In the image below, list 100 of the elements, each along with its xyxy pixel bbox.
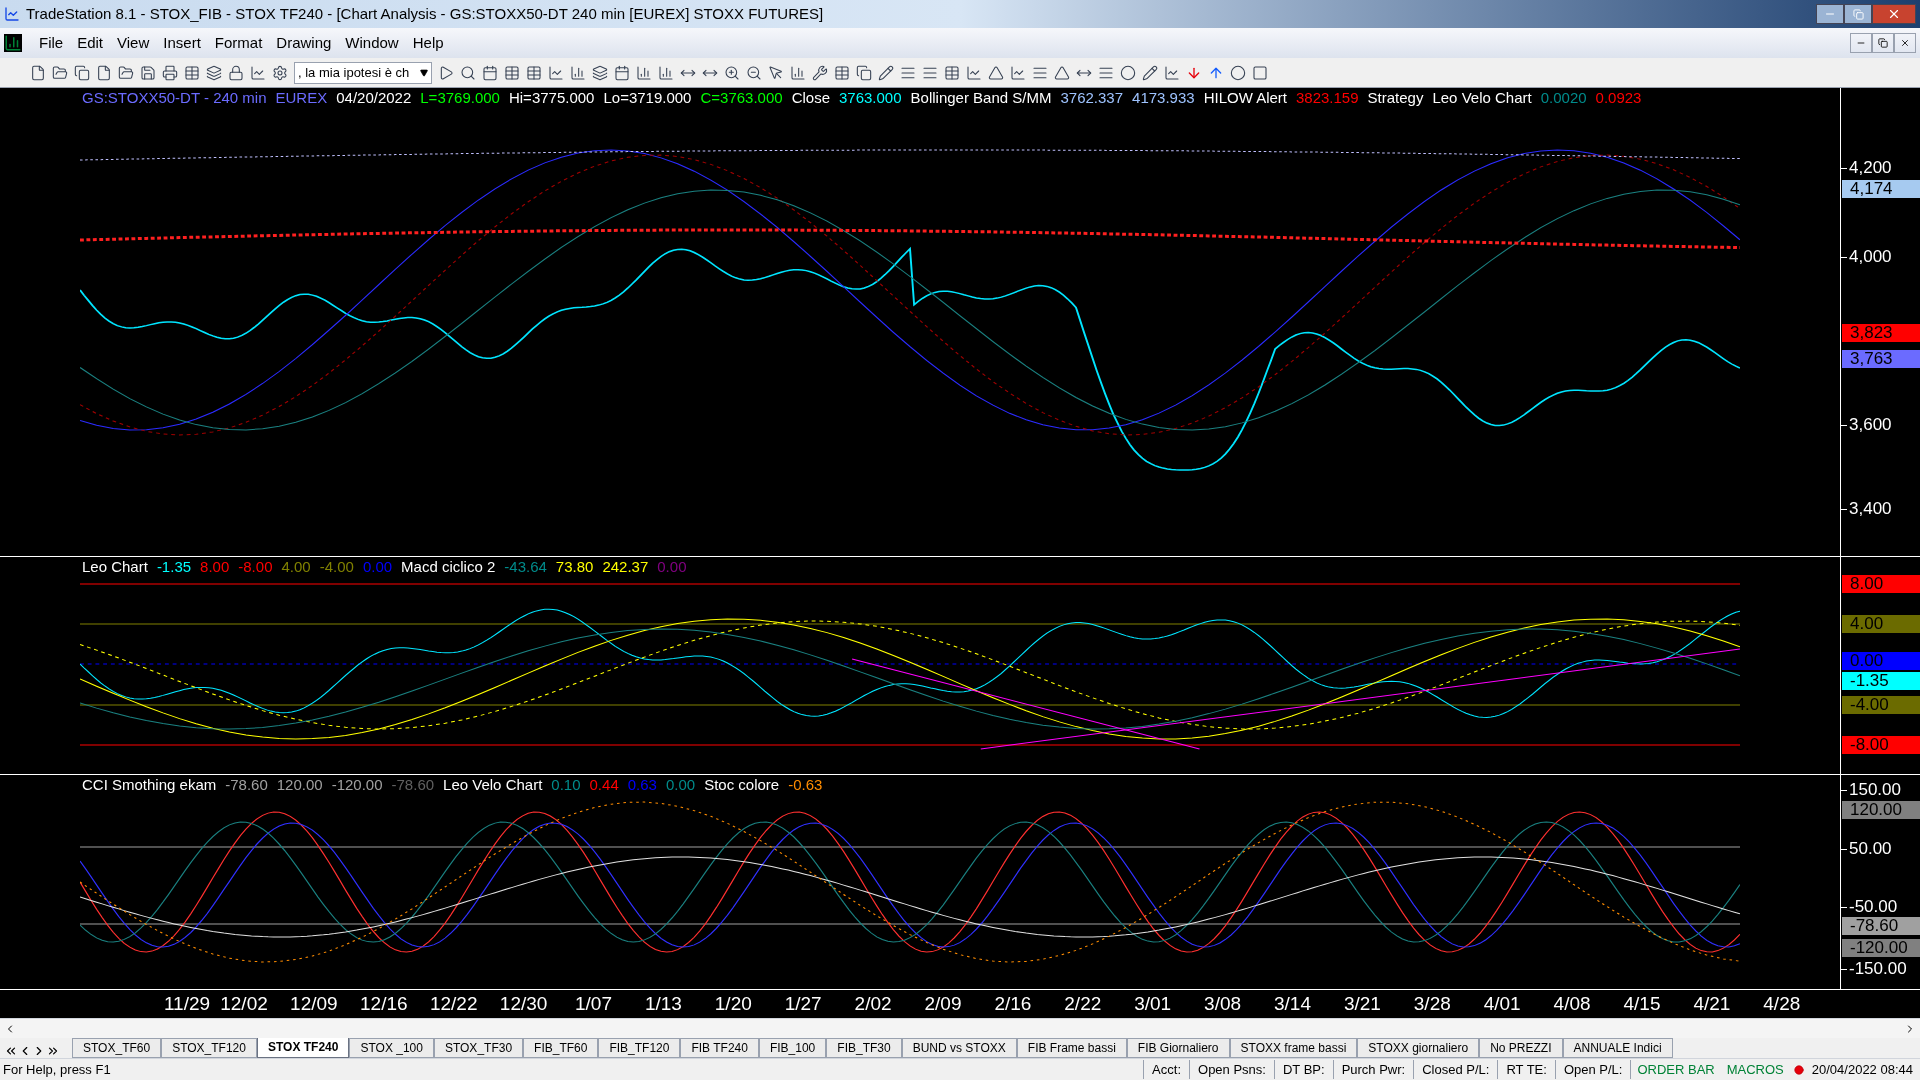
pencil-icon[interactable] xyxy=(878,64,894,81)
legend-text: Bollinger Band S/MM xyxy=(910,89,1052,107)
legend-text: Hi=3775.000 xyxy=(508,89,595,107)
app-icon xyxy=(4,6,20,22)
folder-icon[interactable] xyxy=(52,64,68,81)
copy-icon[interactable] xyxy=(856,64,872,81)
first-sheet-icon[interactable] xyxy=(4,1044,18,1058)
legend-text: Lo=3719.000 xyxy=(603,89,692,107)
table-icon[interactable] xyxy=(944,64,960,81)
table-icon[interactable] xyxy=(184,64,200,81)
maximize-button[interactable] xyxy=(1844,4,1872,24)
zoom-out-icon[interactable] xyxy=(746,64,762,81)
price-marker: -78.60 xyxy=(1842,917,1920,935)
date-label: 3/28 xyxy=(1413,993,1451,1015)
sheet-tab[interactable]: STOX_TF30 xyxy=(433,1038,524,1058)
sheet-tab[interactable]: STOXX frame bassi xyxy=(1229,1038,1358,1058)
order-bar-link[interactable]: ORDER BAR xyxy=(1630,1059,1721,1080)
close-button[interactable] xyxy=(1872,4,1916,24)
table-icon[interactable] xyxy=(834,64,850,81)
sheet-tab[interactable]: FIB_TF120 xyxy=(598,1038,681,1058)
calendar-icon[interactable] xyxy=(482,64,498,81)
sheet-tab[interactable]: No PREZZI xyxy=(1479,1038,1563,1058)
macros-link[interactable]: MACROS xyxy=(1720,1059,1790,1080)
sheet-tab[interactable]: FIB_TF30 xyxy=(826,1038,902,1058)
layers-icon[interactable] xyxy=(592,64,608,81)
table-icon[interactable] xyxy=(526,64,542,81)
page-icon[interactable] xyxy=(96,64,112,81)
minimize-button[interactable] xyxy=(1816,4,1844,24)
line-chart-icon[interactable] xyxy=(250,64,266,81)
date-label: 1/13 xyxy=(644,993,682,1015)
legend-text: 0.00 xyxy=(665,776,696,794)
sheet-tab[interactable]: FIB_100 xyxy=(758,1038,827,1058)
table-icon[interactable] xyxy=(504,64,520,81)
pencil-icon[interactable] xyxy=(1142,64,1158,81)
menu-item[interactable]: Drawing xyxy=(269,31,339,55)
restore-button[interactable] xyxy=(1872,33,1894,53)
legend-text: Close xyxy=(791,89,830,107)
new-file-icon[interactable] xyxy=(30,64,46,81)
menu-item[interactable]: Format xyxy=(207,31,270,55)
play-icon[interactable] xyxy=(438,64,454,81)
sheet-tab[interactable]: STOX_TF60 xyxy=(72,1038,162,1058)
legend-text: Strategy xyxy=(1367,89,1424,107)
calendar-icon[interactable] xyxy=(614,64,630,81)
line-chart-icon[interactable] xyxy=(1010,64,1026,81)
wrench-icon[interactable] xyxy=(812,64,828,81)
legend-text: 4.00 xyxy=(281,558,311,576)
line-chart-icon[interactable] xyxy=(966,64,982,81)
copy-icon[interactable] xyxy=(74,64,90,81)
gear-icon[interactable] xyxy=(272,64,288,81)
status-help-text: For Help, press F1 xyxy=(3,1060,112,1079)
legend-text: 8.00 xyxy=(200,558,230,576)
axis-label: 4,200 xyxy=(1848,159,1892,177)
legend-text: 0.0923 xyxy=(1595,89,1642,107)
sheet-tab[interactable]: FIB Giornaliero xyxy=(1126,1038,1230,1058)
sheet-tab[interactable]: FIB TF240 xyxy=(680,1038,759,1058)
layers-icon[interactable] xyxy=(206,64,222,81)
chart-window-icon xyxy=(4,34,22,52)
folder-icon[interactable] xyxy=(118,64,134,81)
sheet-tab[interactable]: STOX _100 xyxy=(349,1038,434,1058)
last-sheet-icon[interactable] xyxy=(46,1044,60,1058)
price-marker: -8.00 xyxy=(1842,736,1920,754)
sheet-tab[interactable]: ANNUALE Indici xyxy=(1562,1038,1673,1058)
menu-item[interactable]: Window xyxy=(338,31,406,55)
sheet-tab[interactable]: STOXX giornaliero xyxy=(1357,1038,1480,1058)
line-chart-icon[interactable] xyxy=(548,64,564,81)
menu-item[interactable]: Help xyxy=(405,31,451,55)
curve-icon[interactable] xyxy=(1164,64,1180,81)
menu-item[interactable]: File xyxy=(32,31,71,55)
save-icon[interactable] xyxy=(140,64,156,81)
horizontal-scrollbar[interactable] xyxy=(0,1018,1920,1038)
triangle-icon[interactable] xyxy=(988,64,1004,81)
bar-chart-icon[interactable] xyxy=(790,64,806,81)
price-marker: 0.00 xyxy=(1842,652,1920,670)
menu-item[interactable]: Edit xyxy=(70,31,111,55)
sheet-tab[interactable]: FIB_TF60 xyxy=(523,1038,599,1058)
sheet-tab[interactable]: STOX TF240 xyxy=(256,1038,350,1058)
circle-icon[interactable] xyxy=(1120,64,1136,81)
printer-icon[interactable] xyxy=(162,64,178,81)
bar-chart-icon[interactable] xyxy=(570,64,586,81)
sheet-tab[interactable]: STOX_TF120 xyxy=(161,1038,257,1058)
sheet-tab[interactable]: BUND vs STOXX xyxy=(901,1038,1017,1058)
circle-icon[interactable] xyxy=(1230,64,1246,81)
menu-item[interactable]: Insert xyxy=(156,31,208,55)
date-label: 4/08 xyxy=(1553,993,1591,1015)
close-button[interactable] xyxy=(1894,33,1916,53)
zoom-in-icon[interactable] xyxy=(724,64,740,81)
menu-item[interactable]: View xyxy=(110,31,157,55)
lock-icon[interactable] xyxy=(228,64,244,81)
bar-chart-icon[interactable] xyxy=(636,64,652,81)
status-field: DT BP: xyxy=(1273,1059,1333,1080)
square-icon[interactable] xyxy=(1252,64,1268,81)
pointer-icon[interactable] xyxy=(768,64,784,81)
axis-label: 3,600 xyxy=(1848,416,1892,434)
triangle-icon[interactable] xyxy=(1054,64,1070,81)
search-icon[interactable] xyxy=(460,64,476,81)
axis-label: 4,000 xyxy=(1848,248,1892,266)
sheet-tab[interactable]: FIB Frame bassi xyxy=(1016,1038,1127,1058)
bar-chart-icon[interactable] xyxy=(658,64,674,81)
toolbar-dropdown[interactable]: , la mia ipotesi è ch xyxy=(294,61,432,84)
axis-label: 3,400 xyxy=(1848,500,1892,518)
